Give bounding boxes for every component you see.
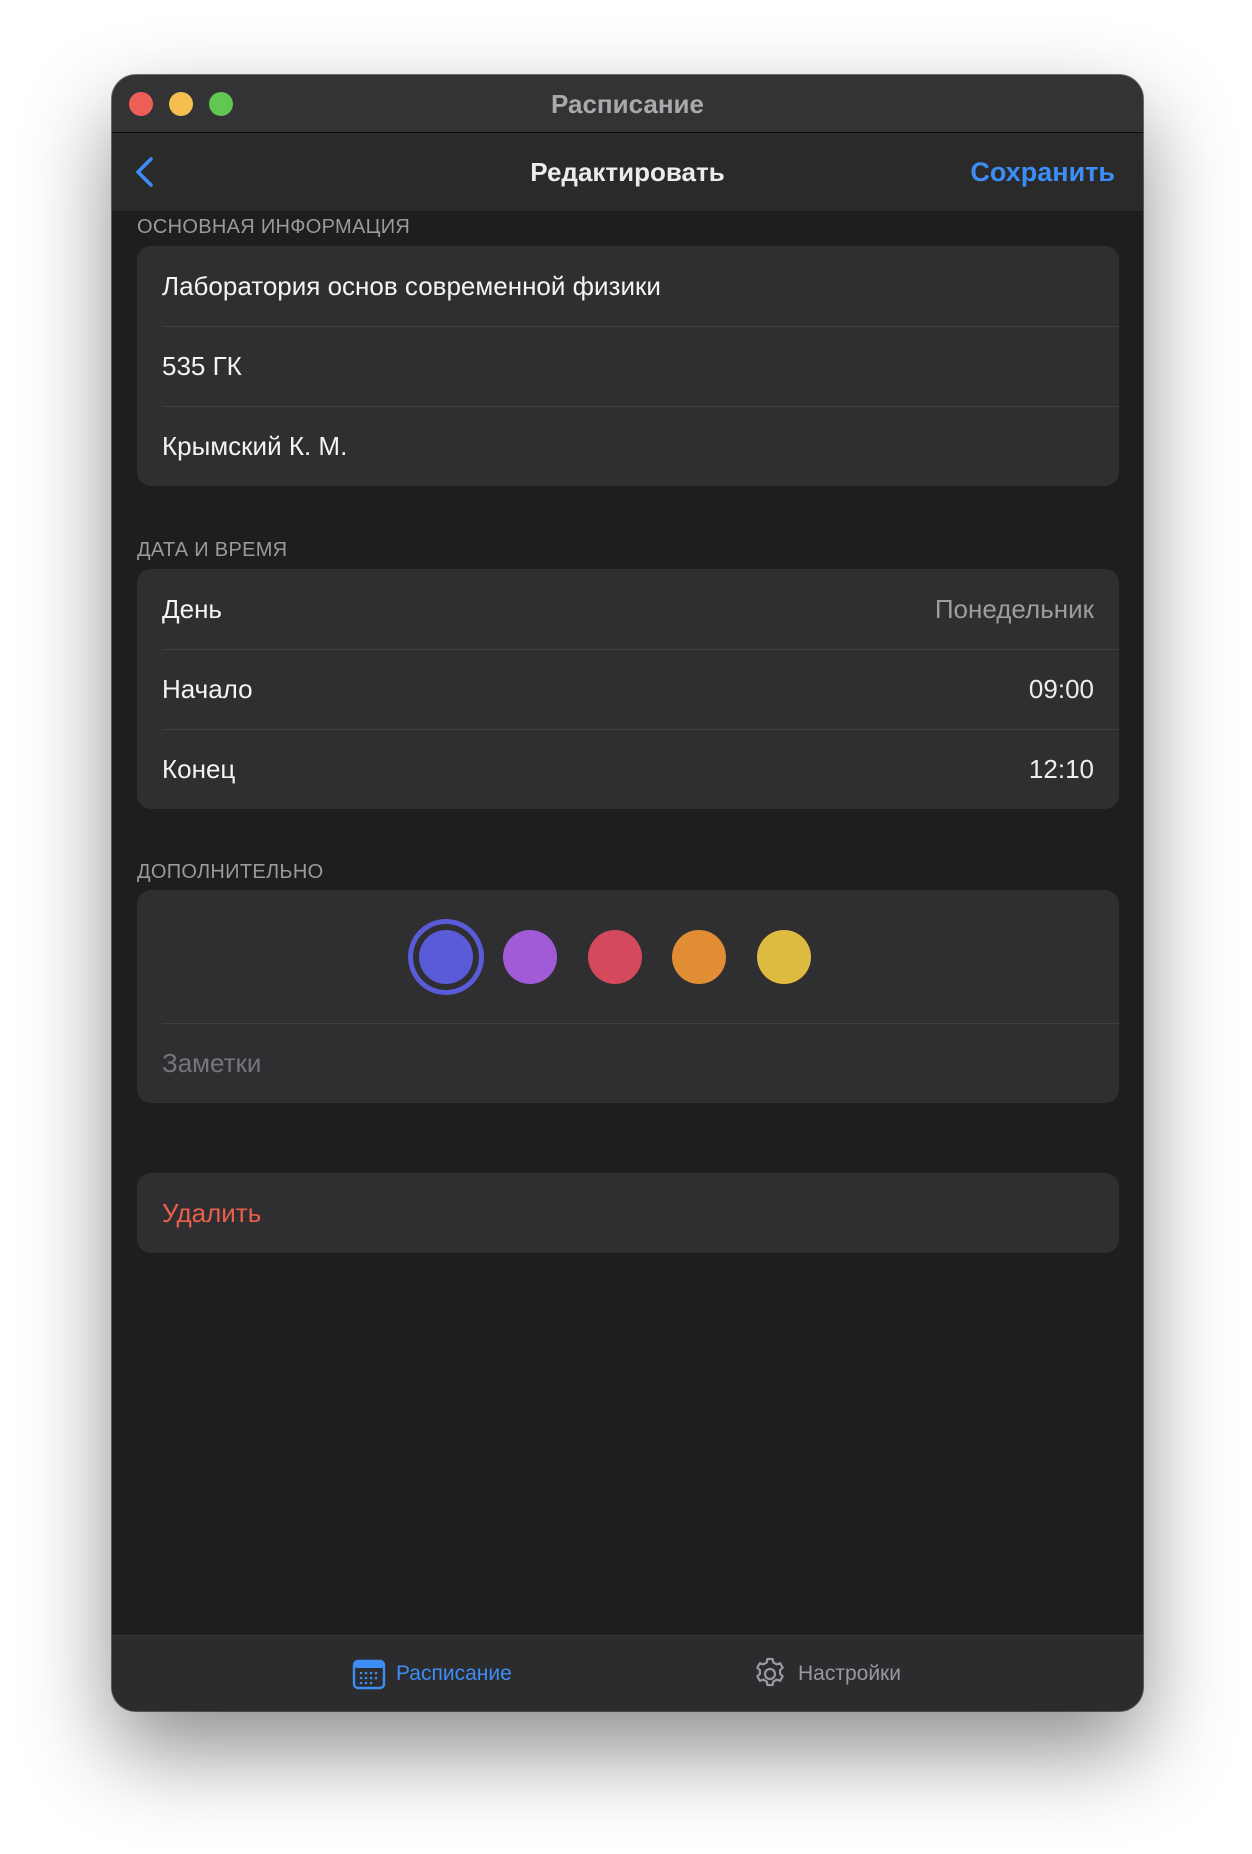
title-bar: Расписание — [112, 75, 1143, 133]
delete-label: Удалить — [162, 1197, 262, 1228]
tab-bar: Расписание Настройки — [112, 1635, 1143, 1711]
delete-button[interactable]: Удалить — [137, 1173, 1119, 1253]
end-time-row[interactable]: Конец 12:10 — [137, 729, 1119, 809]
room-field[interactable]: 535 ГК — [137, 326, 1119, 406]
calendar-icon — [352, 1659, 386, 1690]
color-option-red[interactable] — [588, 930, 642, 984]
subject-value: Лаборатория основ современной физики — [162, 270, 661, 301]
basic-info-group: Лаборатория основ современной физики 535… — [137, 246, 1119, 486]
section-header-date-time: ДАТА И ВРЕМЯ — [137, 539, 288, 561]
delete-group: Удалить — [137, 1173, 1119, 1253]
tab-settings[interactable]: Настройки — [752, 1636, 901, 1711]
start-time-value: 09:00 — [1028, 673, 1094, 704]
teacher-value: Крымский К. М. — [162, 430, 348, 461]
color-option-indigo[interactable] — [419, 930, 473, 984]
gear-icon — [756, 1657, 784, 1687]
end-time-label: Конец — [162, 753, 236, 784]
navigation-bar: Редактировать Сохранить — [112, 133, 1143, 211]
window-title: Расписание — [551, 89, 704, 119]
app-window: Расписание Редактировать Сохранить ОСНОВ… — [112, 75, 1143, 1711]
start-time-row[interactable]: Начало 09:00 — [137, 649, 1119, 729]
date-time-group: День Понедельник Начало 09:00 Конец 12:1… — [137, 569, 1119, 809]
tab-settings-label: Настройки — [798, 1662, 901, 1685]
color-picker — [137, 890, 1119, 1023]
notes-input[interactable] — [162, 1047, 1094, 1079]
tab-schedule[interactable]: Расписание — [352, 1636, 512, 1711]
subject-field[interactable]: Лаборатория основ современной физики — [137, 246, 1119, 326]
color-option-purple[interactable] — [503, 930, 557, 984]
day-label: День — [162, 593, 222, 624]
color-option-yellow[interactable] — [757, 930, 811, 984]
room-value: 535 ГК — [162, 350, 242, 381]
color-option-orange[interactable] — [672, 930, 726, 984]
notes-row — [137, 1023, 1119, 1103]
start-time-label: Начало — [162, 673, 253, 704]
section-header-additional: ДОПОЛНИТЕЛЬНО — [137, 861, 324, 883]
section-header-basic-info: ОСНОВНАЯ ИНФОРМАЦИЯ — [137, 216, 411, 238]
additional-group — [137, 890, 1119, 1103]
tab-schedule-label: Расписание — [396, 1662, 512, 1685]
day-row[interactable]: День Понедельник — [137, 569, 1119, 649]
day-value: Понедельник — [934, 593, 1094, 624]
teacher-field[interactable]: Крымский К. М. — [137, 406, 1119, 486]
save-button[interactable]: Сохранить — [970, 133, 1115, 211]
end-time-value: 12:10 — [1028, 753, 1094, 784]
